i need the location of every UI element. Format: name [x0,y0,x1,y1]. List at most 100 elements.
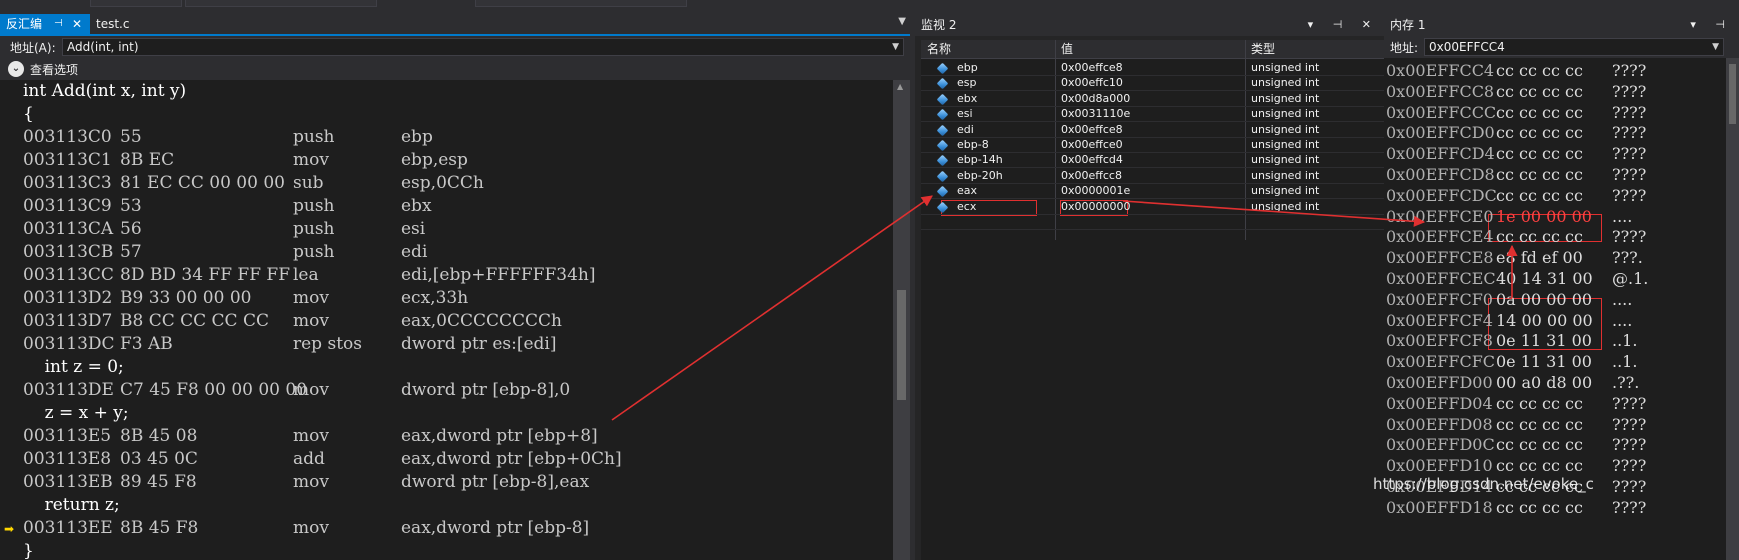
chevron-down-icon[interactable]: ▼ [1712,39,1719,55]
col-name-header[interactable]: 名称 [927,40,951,58]
source-line[interactable]: int Add(int x, int y) [23,80,186,103]
memory-bytes: 0a 00 00 00 [1496,289,1593,309]
memory-address-combo[interactable]: 0x00EFFCC4 ▼ [1424,38,1724,56]
current-instruction-arrow-icon: ➡ [4,522,15,536]
breakpoint-gutter[interactable] [0,80,20,560]
memory-chars: ???? [1612,393,1647,413]
asm-addr: 003113E8 [23,449,112,469]
watch-row[interactable]: ebx 0x00d8a000 unsigned int [921,91,1385,107]
source-line[interactable]: z = x + y; [23,402,129,425]
top-toolbar-strip [0,0,1739,14]
memory-chars: ???? [1612,227,1647,247]
asm-arg: ecx,33h [401,288,469,308]
watch-value: 0x00000000 [1061,199,1131,213]
source-line[interactable]: return z; [23,494,120,517]
memory-bytes: cc cc cc cc [1496,81,1583,101]
memory-bytes: cc cc cc cc [1496,414,1583,434]
memory-bytes: cc cc cc cc [1496,165,1583,184]
memory-chars: ???? [1612,81,1647,101]
pin-icon[interactable]: ⊣ [54,14,63,34]
memory-bytes: cc cc cc cc [1496,227,1583,247]
asm-op: mov [293,518,329,538]
memory-addr: 0x00EFFCDC [1386,185,1497,205]
memory-chars: ???? [1612,102,1647,122]
watch-window-controls[interactable]: ▾ ⊣ ✕ [1308,14,1379,36]
asm-arg: ebp,esp [401,150,468,170]
watch-name: ebp [957,61,978,74]
memory-addr: 0x00EFFCCC [1386,102,1497,122]
memory-addr: 0x00EFFD18 [1386,497,1493,517]
asm-bytes: 53 [120,196,142,216]
memory-title: 内存 1 [1390,18,1426,32]
toolbar-combo-2[interactable] [185,0,377,7]
watch-row[interactable]: ebp-20h 0x00effcc8 unsigned int [921,168,1385,184]
tab-list-dropdown-icon[interactable]: ▼ [898,16,906,27]
variable-icon [936,124,949,136]
watch-value: 0x0031110e [1061,107,1131,121]
asm-arg: eax,dword ptr [ebp+0Ch] [401,449,622,469]
scrollbar-thumb[interactable] [897,290,906,400]
variable-icon [936,155,949,167]
asm-addr: 003113D7 [23,311,113,331]
watch-value: 0x00effcc8 [1061,168,1122,182]
toolbar-combo-3[interactable] [475,0,687,7]
address-combo[interactable]: Add(int, int) ▼ [62,38,904,56]
col-value-header[interactable]: 值 [1061,40,1073,58]
memory-chars: ???. [1612,248,1643,268]
asm-arg: ebp [401,127,433,147]
address-value: Add(int, int) [67,40,139,54]
watch-row[interactable]: ecx 0x00000000 unsigned int [921,199,1385,215]
asm-addr: 003113EB [23,472,113,492]
watch-row[interactable]: ebp-14h 0x00effcd4 unsigned int [921,152,1385,169]
scrollbar-thumb[interactable] [1729,64,1736,124]
asm-addr: 003113CB [23,242,114,262]
source-line[interactable]: int z = 0; [23,356,124,379]
watch-row[interactable]: ebp-8 0x00effce0 unsigned int [921,137,1385,153]
watch-grid[interactable]: 名称 值 类型 ebp 0x00effce8 unsigned int esp 0x00… [921,40,1385,560]
memory-bytes: 1e 00 00 00 [1496,206,1592,226]
memory-bytes: cc cc cc cc [1496,497,1583,517]
memory-bytes: cc cc cc cc [1496,435,1583,455]
toolbar-combo-1[interactable] [90,0,182,7]
disassembly-panel: 反汇编 ⊣ ✕ test.c ▼ 地址(A): Add(int, int) ▼ … [0,14,910,560]
watch-name: eax [957,184,978,198]
asm-bytes: 55 [120,127,142,147]
tab-test-c-label: test.c [96,17,130,31]
chevron-down-icon[interactable]: ▼ [892,39,899,55]
memory-bytes: cc cc cc cc [1496,393,1583,413]
tab-test-c[interactable]: test.c [90,14,180,34]
tab-disassembly[interactable]: 反汇编 ⊣ ✕ [0,14,90,34]
watch-name: edi [957,122,974,136]
watch-row[interactable]: esp 0x00effc10 unsigned int [921,75,1385,92]
asm-bytes: 57 [120,242,142,262]
view-options-row[interactable]: ⌄ 查看选项 [0,58,910,80]
col-type-header[interactable]: 类型 [1251,40,1275,58]
disassembly-code-view[interactable]: int Add(int x, int y){003113C0 55 push ebp 0… [0,80,893,560]
watch-row[interactable]: ebp 0x00effce8 unsigned int [921,60,1385,76]
memory-window-controls[interactable]: ▾ ⊣ [1690,14,1733,36]
close-icon[interactable]: ✕ [72,14,82,34]
watch-row[interactable]: eax 0x0000001e unsigned int [921,183,1385,200]
asm-arg: dword ptr es:[edi] [401,334,557,354]
scroll-up-icon[interactable]: ▲ [897,82,903,91]
watch-value: 0x0000001e [1061,184,1131,198]
expand-circle-icon[interactable]: ⌄ [8,61,24,77]
asm-op: rep stos [293,334,362,354]
memory-vertical-scrollbar[interactable] [1726,58,1739,560]
watch-row[interactable]: esi 0x0031110e unsigned int [921,106,1385,123]
watch-type: unsigned int [1251,199,1320,213]
source-line[interactable]: } [23,540,34,560]
asm-arg: eax,dword ptr [ebp+8] [401,426,598,446]
memory-chars: ..1. [1612,352,1638,372]
watch-row[interactable]: edi 0x00effce8 unsigned int [921,122,1385,138]
disassembly-vertical-scrollbar[interactable]: ▲ [893,80,910,560]
memory-bytes: 0e 11 31 00 [1496,331,1592,351]
asm-arg: dword ptr [ebp-8],eax [401,472,590,492]
memory-addr: 0x00EFFCE4 [1386,227,1494,247]
source-line[interactable]: { [23,103,34,126]
asm-arg: esp,0CCh [401,173,484,193]
asm-op: mov [293,426,329,446]
asm-op: lea [293,265,319,285]
watch-add-row[interactable] [921,214,1385,230]
watch-value: 0x00effc10 [1061,76,1123,90]
